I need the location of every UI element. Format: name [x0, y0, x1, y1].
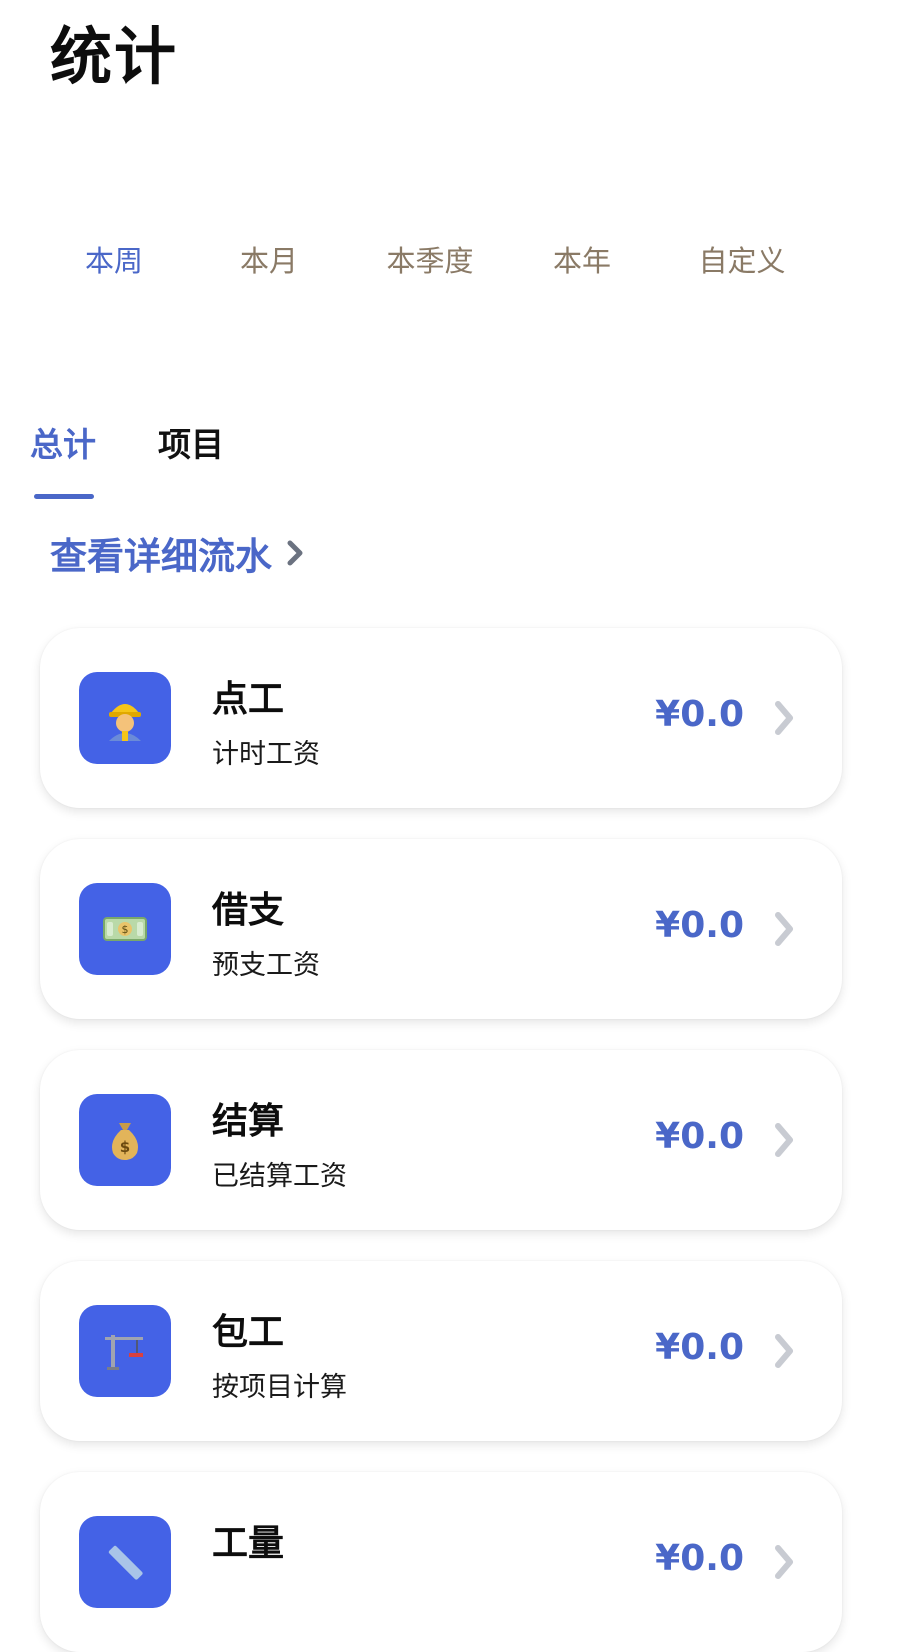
svg-text:$: $ — [122, 923, 129, 936]
card-amount: ¥0.0 — [655, 1327, 744, 1368]
chevron-right-icon — [287, 540, 303, 566]
card-title: 结算 — [212, 1101, 285, 1142]
tab-total[interactable]: 总计 — [30, 418, 96, 466]
ruler-icon — [79, 1516, 171, 1608]
card-title: 工量 — [212, 1523, 285, 1564]
period-selector: 本周 本月 本季度 本年 自定义 — [0, 238, 900, 288]
tab-project[interactable]: 项目 — [158, 418, 224, 466]
card-contract-work[interactable]: 包工 按项目计算 ¥0.0 — [40, 1261, 842, 1441]
page-title: 统计 — [50, 20, 179, 93]
card-amount: ¥0.0 — [655, 694, 744, 735]
view-detail-label: 查看详细流水 — [50, 535, 272, 578]
period-tab-quarter[interactable]: 本季度 — [386, 238, 473, 280]
period-tab-week[interactable]: 本周 — [85, 238, 143, 280]
card-title: 包工 — [212, 1312, 285, 1353]
card-settlement[interactable]: $ 结算 已结算工资 ¥0.0 — [40, 1050, 842, 1230]
crane-icon — [79, 1305, 171, 1397]
money-bag-icon: $ — [79, 1094, 171, 1186]
card-subtitle: 计时工资 — [212, 739, 320, 770]
chevron-right-icon — [775, 1334, 793, 1368]
main-tabs: 总计 项目 — [0, 418, 900, 508]
card-hourly-work[interactable]: 点工 计时工资 ¥0.0 — [40, 628, 842, 808]
svg-text:$: $ — [120, 1138, 130, 1156]
card-subtitle: 按项目计算 — [212, 1372, 347, 1403]
chevron-right-icon — [775, 1123, 793, 1157]
card-title: 点工 — [212, 679, 285, 720]
card-workload[interactable]: 工量 ¥0.0 — [40, 1472, 842, 1652]
card-title: 借支 — [212, 890, 285, 931]
card-subtitle: 已结算工资 — [212, 1161, 347, 1192]
card-amount: ¥0.0 — [655, 905, 744, 946]
money-bill-icon: $ — [79, 883, 171, 975]
period-tab-month[interactable]: 本月 — [240, 238, 298, 280]
period-tab-year[interactable]: 本年 — [553, 238, 611, 280]
active-tab-indicator — [34, 494, 94, 499]
chevron-right-icon — [775, 1545, 793, 1579]
chevron-right-icon — [775, 701, 793, 735]
chevron-right-icon — [775, 912, 793, 946]
worker-icon — [79, 672, 171, 764]
card-advance[interactable]: $ 借支 预支工资 ¥0.0 — [40, 839, 842, 1019]
card-subtitle: 预支工资 — [212, 950, 320, 981]
card-amount: ¥0.0 — [655, 1116, 744, 1157]
card-amount: ¥0.0 — [655, 1538, 744, 1579]
view-detail-link[interactable]: 查看详细流水 — [50, 526, 304, 580]
period-tab-custom[interactable]: 自定义 — [698, 238, 785, 280]
